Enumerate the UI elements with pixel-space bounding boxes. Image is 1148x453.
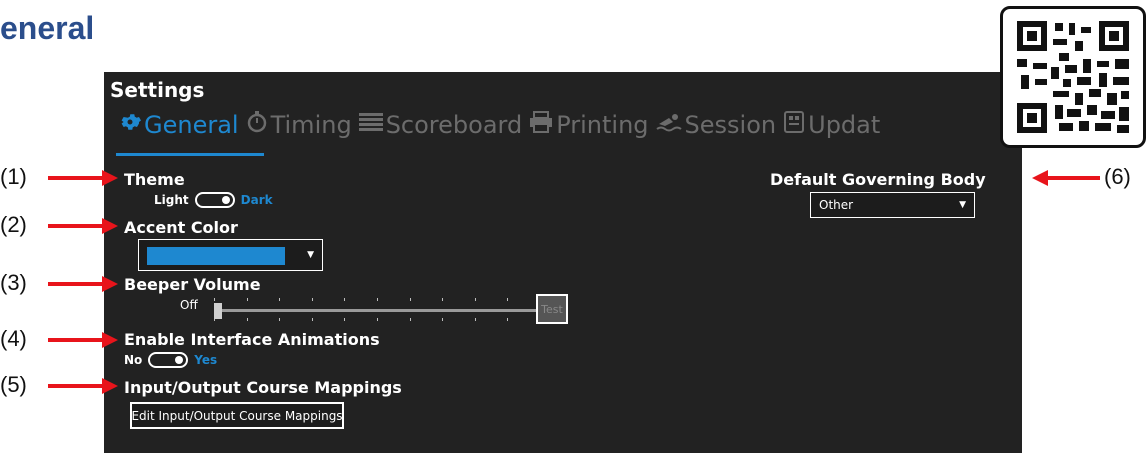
arrow-head-3 xyxy=(102,276,118,292)
qr-code xyxy=(1000,6,1146,148)
callout-arrows xyxy=(48,170,1100,394)
arrow-head-6 xyxy=(1032,170,1048,186)
arrow-head-4 xyxy=(102,332,118,348)
arrow-head-5 xyxy=(102,378,118,394)
arrow-head-1 xyxy=(102,170,118,186)
qr-code-icon xyxy=(1017,21,1129,133)
arrow-head-2 xyxy=(102,218,118,234)
